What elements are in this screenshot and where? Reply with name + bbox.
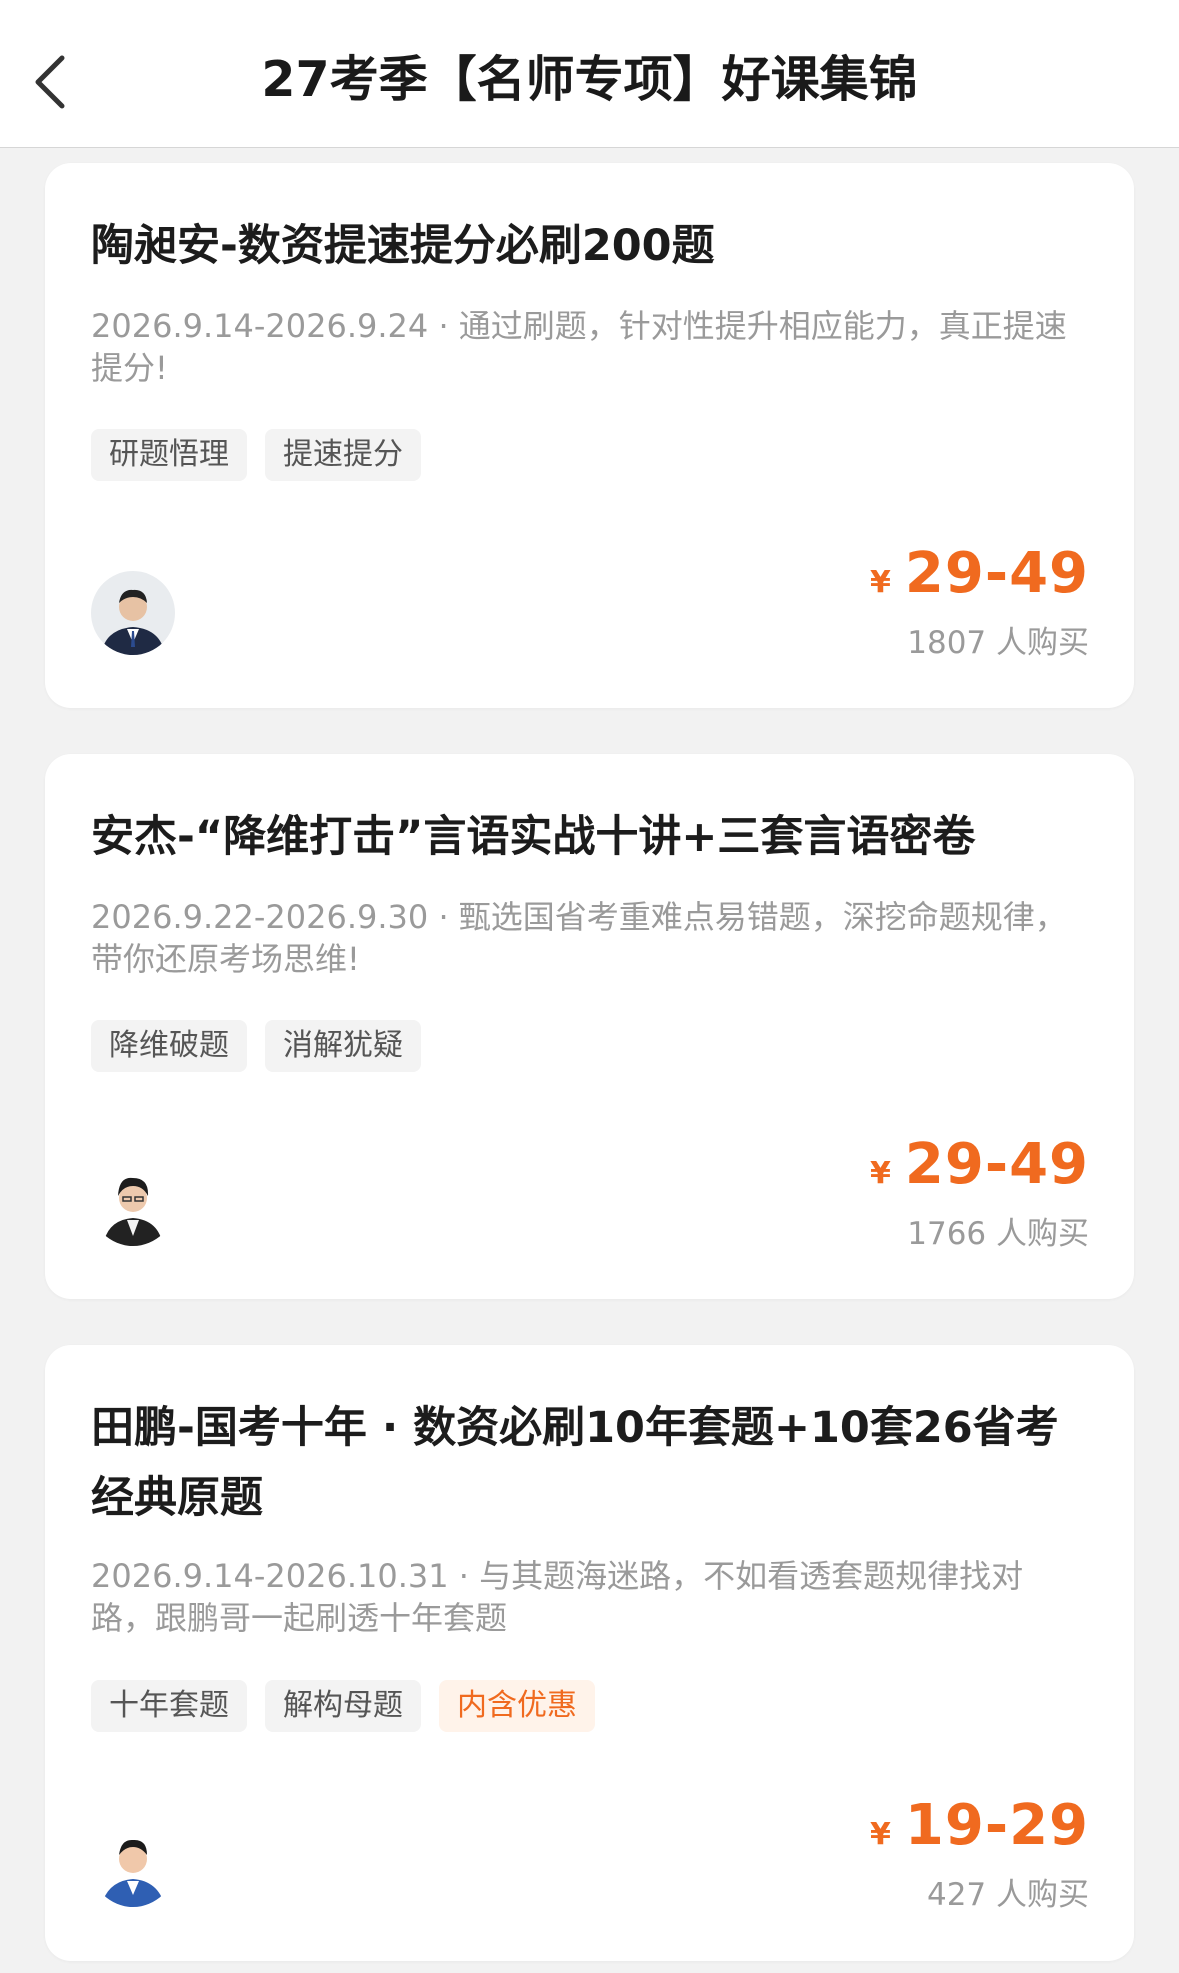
course-description: 2026.9.22-2026.9.30 · 甄选国省考重难点易错题，深挖命题规律… xyxy=(91,898,1067,978)
course-title: 安杰-“降维打击”言语实战十讲+三套言语密卷 xyxy=(91,812,976,862)
back-button[interactable] xyxy=(22,40,82,120)
currency-symbol: ¥ xyxy=(870,565,891,600)
tag-list: 研题悟理 提速提分 xyxy=(91,429,421,481)
buyer-count: 1766 人购买 xyxy=(907,1216,1089,1252)
course-title: 陶昶安-数资提速提分必刷200题 xyxy=(91,221,715,271)
teacher-avatar xyxy=(91,571,175,655)
teacher-avatar xyxy=(91,1162,175,1246)
course-description: 2026.9.14-2026.10.31 · 与其题海迷路，不如看透套题规律找对… xyxy=(91,1557,1024,1637)
course-tag: 提速提分 xyxy=(265,429,421,481)
course-card[interactable]: 田鹏-国考十年 · 数资必刷10年套题+10套26省考经典原题 2026.9.1… xyxy=(45,1345,1134,1961)
course-tag: 消解犹疑 xyxy=(265,1020,421,1072)
tag-list: 十年套题 解构母题 内含优惠 xyxy=(91,1680,595,1732)
price-range: 29-49 xyxy=(904,1132,1089,1197)
course-card[interactable]: 安杰-“降维打击”言语实战十讲+三套言语密卷 2026.9.22-2026.9.… xyxy=(45,754,1134,1299)
price-range: 29-49 xyxy=(904,541,1089,606)
buyer-count: 1807 人购买 xyxy=(907,625,1089,661)
course-title: 田鹏-国考十年 · 数资必刷10年套题+10套26省考经典原题 xyxy=(91,1403,1059,1523)
course-tag: 十年套题 xyxy=(91,1680,247,1732)
course-card[interactable]: 陶昶安-数资提速提分必刷200题 2026.9.14-2026.9.24 · 通… xyxy=(45,163,1134,708)
page-title: 27考季【名师专项】好课集锦 xyxy=(261,51,918,108)
tag-list: 降维破题 消解犹疑 xyxy=(91,1020,421,1072)
teacher-avatar xyxy=(91,1823,175,1907)
chevron-left-icon xyxy=(35,55,65,109)
course-description: 2026.9.14-2026.9.24 · 通过刷题，针对性提升相应能力，真正提… xyxy=(91,307,1067,387)
course-tag: 降维破题 xyxy=(91,1020,247,1072)
promo-tag: 内含优惠 xyxy=(439,1680,595,1732)
currency-symbol: ¥ xyxy=(870,1156,891,1191)
nav-bar: 27考季【名师专项】好课集锦 xyxy=(0,0,1179,148)
price: ¥ 29-49 xyxy=(870,541,1089,606)
price-range: 19-29 xyxy=(904,1793,1089,1858)
course-tag: 研题悟理 xyxy=(91,429,247,481)
price: ¥ 29-49 xyxy=(870,1132,1089,1197)
price: ¥ 19-29 xyxy=(870,1793,1089,1858)
course-tag: 解构母题 xyxy=(265,1680,421,1732)
buyer-count: 427 人购买 xyxy=(926,1877,1089,1913)
currency-symbol: ¥ xyxy=(870,1817,891,1852)
